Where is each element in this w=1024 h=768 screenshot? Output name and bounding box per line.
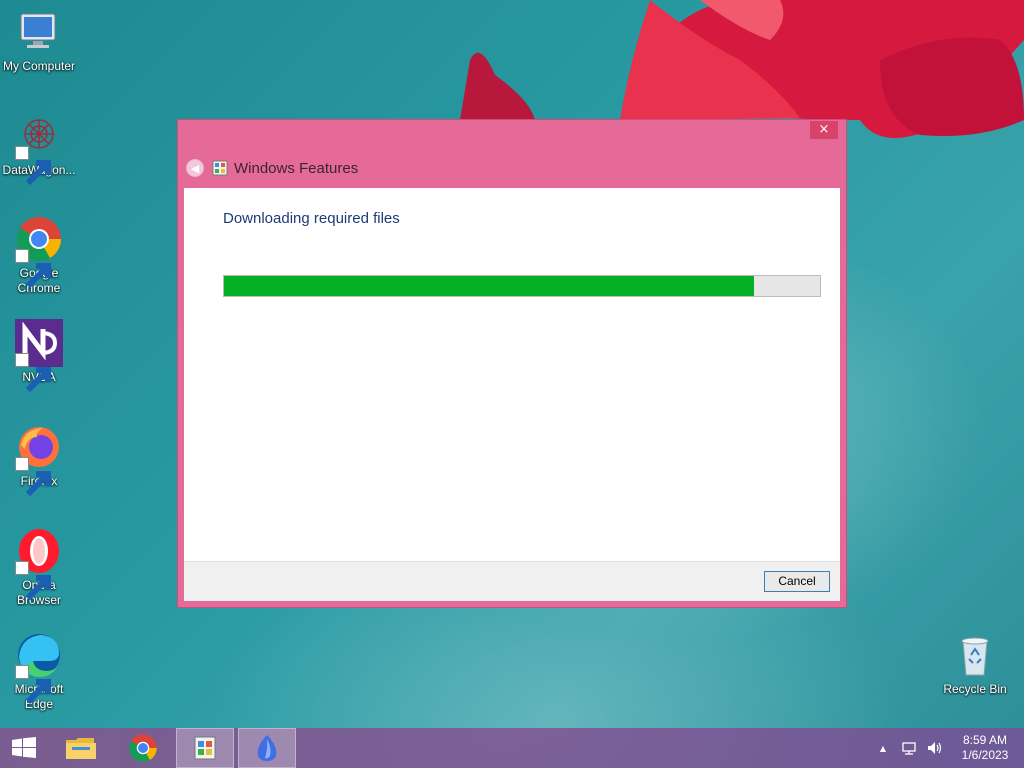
progress-bar: [223, 275, 821, 297]
taskbar-windows-features[interactable]: [176, 728, 234, 768]
desktop-icon-label: My Computer: [2, 59, 76, 73]
desktop-icon-google-chrome[interactable]: Google Chrome: [0, 215, 78, 296]
clock-date: 1/6/2023: [961, 748, 1009, 762]
dialog-title-bar: ◀ Windows Features: [186, 156, 358, 180]
back-arrow-icon[interactable]: ◀: [186, 159, 204, 177]
progress-bar-fill: [224, 276, 755, 296]
desktop-icon-microsoft-edge[interactable]: Microsoft Edge: [0, 631, 78, 712]
taskbar: ▲ 8:59 AM 1/6/2023: [0, 728, 1024, 768]
volume-icon[interactable]: [926, 739, 944, 757]
desktop-icon-datawagon[interactable]: DataWagon...: [0, 112, 78, 186]
taskbar-clock[interactable]: 8:59 AM 1/6/2023: [952, 733, 1018, 763]
show-hidden-icons-button[interactable]: ▲: [874, 739, 892, 757]
taskbar-chrome[interactable]: [118, 728, 168, 768]
desktop-icon-firefox[interactable]: Firefox: [0, 423, 78, 497]
dialog-footer: Cancel: [184, 561, 840, 601]
shortcut-arrow-icon: [15, 249, 51, 289]
computer-icon: [20, 13, 56, 48]
start-icon: [12, 737, 36, 758]
windows-features-dialog: × ◀ Windows Features Downloading require…: [177, 119, 847, 608]
shortcut-arrow-icon: [15, 353, 51, 393]
shortcut-arrow-icon: [15, 457, 51, 497]
chrome-icon: [129, 734, 157, 762]
desktop-icon-my-computer[interactable]: My Computer: [0, 8, 78, 74]
shortcut-arrow-icon: [15, 146, 51, 186]
clock-time: 8:59 AM: [962, 733, 1008, 747]
windows-features-icon: [212, 160, 228, 176]
dialog-title: Windows Features: [234, 159, 359, 177]
recycle-bin-icon: [961, 637, 989, 676]
network-icon[interactable]: [900, 739, 918, 757]
desktop-icon-opera[interactable]: Opera Browser: [0, 527, 78, 608]
windows-features-icon: [194, 736, 216, 760]
taskbar-file-explorer[interactable]: [56, 728, 106, 768]
shortcut-arrow-icon: [15, 665, 51, 705]
status-heading: Downloading required files: [223, 210, 400, 227]
dialog-content: Downloading required files: [184, 188, 840, 561]
taskbar-blue-app[interactable]: [238, 728, 296, 768]
desktop-icon-label: Recycle Bin: [943, 682, 1007, 696]
close-button[interactable]: ×: [810, 121, 838, 139]
cancel-button[interactable]: Cancel: [764, 571, 830, 592]
desktop-icon-nvda[interactable]: NVDA: [0, 319, 78, 393]
blue-app-icon: [257, 735, 277, 761]
desktop-icon-recycle-bin[interactable]: Recycle Bin: [936, 631, 1014, 697]
file-explorer-icon: [66, 738, 96, 759]
shortcut-arrow-icon: [15, 561, 51, 601]
system-tray: ▲ 8:59 AM 1/6/2023: [874, 728, 1024, 768]
start-button[interactable]: [0, 728, 48, 768]
arrow-up-icon: ▲: [879, 743, 887, 753]
